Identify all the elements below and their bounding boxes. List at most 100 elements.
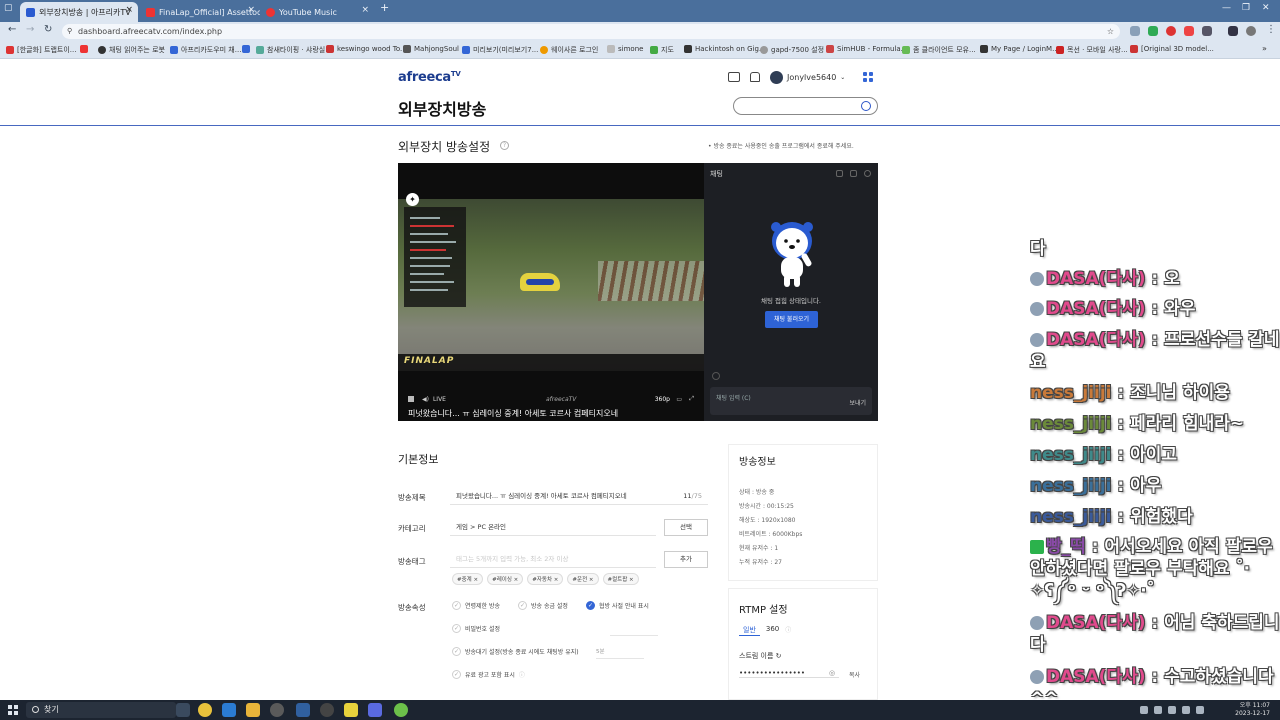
bookmark-item[interactable]	[242, 45, 253, 53]
fullscreen-icon[interactable]: ⤢	[689, 395, 694, 403]
bookmark-item[interactable]: gapd-7500 설정	[760, 45, 824, 55]
close-tab-icon[interactable]: ×	[361, 5, 369, 15]
extensions-puzzle-icon[interactable]	[1202, 26, 1212, 36]
checkbox-icon[interactable]: ✓	[452, 601, 461, 610]
app-icon[interactable]	[296, 703, 310, 717]
eye-hidden-icon[interactable]: ◎	[829, 669, 835, 677]
back-icon[interactable]: ←	[8, 24, 16, 35]
kakaotalk-icon[interactable]	[344, 703, 358, 717]
stop-icon[interactable]	[408, 396, 414, 402]
tag-chip[interactable]: #레이싱 ×	[487, 573, 524, 585]
afreeca-logo[interactable]: afreecaTV	[398, 70, 461, 85]
collab-notice-option[interactable]: ✓ 협방 사절 안내 표시	[586, 601, 649, 610]
category-select-button[interactable]: 선택	[664, 519, 708, 536]
user-menu[interactable]: Jonylve5640 ⌄	[770, 70, 845, 84]
add-tag-button[interactable]: 추가	[664, 551, 708, 568]
tab-360[interactable]: 360	[766, 625, 779, 636]
file-explorer-icon[interactable]	[246, 703, 260, 717]
task-view-icon[interactable]	[176, 703, 190, 717]
discord-icon[interactable]	[368, 703, 382, 717]
bookmark-item[interactable]: SimHUB - Formula...	[826, 45, 907, 53]
edge-icon[interactable]	[222, 703, 236, 717]
tray-app-icon[interactable]	[1182, 706, 1190, 714]
remove-tag-icon[interactable]: ×	[629, 577, 634, 583]
tab-afreeca-dashboard[interactable]: 외부장치방송 | 아프리카TV ×	[20, 2, 138, 22]
bookmark-item[interactable]: My Page / LoginM...	[980, 45, 1059, 53]
minimize-icon[interactable]: —	[1222, 3, 1231, 13]
standby-duration-select[interactable]: 5분	[596, 647, 644, 659]
close-tab-icon[interactable]: ×	[247, 5, 255, 15]
remove-tag-icon[interactable]: ×	[473, 577, 478, 583]
video-player[interactable]: FINALAP ✦ ◀) LIVE afreecaTV 360p ▭ ⤢ 피넛왔…	[398, 163, 704, 421]
bookmark-item[interactable]: 채팅 읽어주는 로봇	[98, 45, 165, 55]
sidebar-icon[interactable]	[1228, 26, 1238, 36]
quality-selector[interactable]: 360p	[655, 396, 670, 403]
donation-setting-option[interactable]: ✓ 방송 송금 설정	[518, 601, 568, 610]
volume-icon[interactable]: ◀)	[422, 396, 429, 403]
bookmark-item[interactable]: 지도	[650, 45, 674, 55]
tab-normal[interactable]: 일반	[739, 625, 760, 636]
forward-icon[interactable]: →	[26, 24, 34, 35]
tab-finalap[interactable]: FinaLap_Official] Assettocorsa ×	[140, 2, 260, 22]
app-icon[interactable]	[270, 703, 284, 717]
paid-ad-option[interactable]: ✓ 유료 광고 포함 표시 ⓘ	[452, 670, 525, 679]
standby-option[interactable]: ✓ 방송대기 설정(방송 종료 시에도 채팅방 유지)	[452, 647, 579, 656]
tab-list-icon[interactable]: ▢	[4, 3, 13, 13]
bookmark-item[interactable]: 목선 · 모바일 사랑...	[1056, 45, 1128, 55]
remove-tag-icon[interactable]: ×	[554, 577, 559, 583]
theater-mode-icon[interactable]: ▭	[676, 396, 682, 403]
chat-users-icon[interactable]	[850, 170, 857, 177]
bookmark-item[interactable]: 아프리카도우미 채...	[170, 45, 241, 55]
load-chat-button[interactable]: 채팅 불러오기	[765, 311, 818, 328]
restore-icon[interactable]: ❐	[1242, 3, 1250, 13]
more-bookmarks-icon[interactable]: »	[1262, 44, 1267, 53]
extension-icon[interactable]	[1148, 26, 1158, 36]
bookmark-item[interactable]: Hackintosh on Gig...	[684, 45, 766, 53]
bookmark-item[interactable]: MahjongSoul	[403, 45, 459, 53]
copy-button[interactable]: 복사	[849, 670, 860, 679]
taskbar-clock[interactable]: 오후 11:07 2023-12-17	[1235, 702, 1270, 718]
bookmark-item[interactable]: 웨이사른 로그인	[540, 45, 598, 55]
tab-youtube-music[interactable]: YouTube Music ×	[260, 2, 374, 22]
help-icon[interactable]: ?	[500, 141, 509, 150]
apps-grid-icon[interactable]	[863, 72, 874, 82]
bookmark-item[interactable]: 미리보기(미리보기7...	[462, 45, 538, 55]
chat-send-button[interactable]: 보내기	[849, 398, 866, 407]
bookmark-item[interactable]: simone	[607, 45, 643, 53]
checkbox-icon[interactable]: ✓	[518, 601, 527, 610]
emoji-icon[interactable]	[712, 372, 720, 380]
app-icon[interactable]	[394, 703, 408, 717]
remove-tag-icon[interactable]: ×	[514, 577, 519, 583]
new-tab-button[interactable]: +	[380, 1, 389, 14]
taskbar-search[interactable]: 찾기	[26, 702, 176, 718]
bookmark-item[interactable]: 참새타이핑 · 샤랑실...	[256, 45, 332, 55]
tag-chip[interactable]: #컬트팝 ×	[602, 573, 639, 585]
tag-chip[interactable]: #중계 ×	[452, 573, 484, 585]
bookmark-item[interactable]: [Original 3D model...	[1130, 45, 1214, 53]
bookmark-item[interactable]: keswingo wood To...	[326, 45, 407, 53]
bookmark-item[interactable]: 좀 클라이언트 모유...	[902, 45, 976, 55]
password-option[interactable]: ✓ 비밀번호 설정	[452, 624, 500, 633]
reload-icon[interactable]: ↻	[44, 24, 52, 35]
chat-input[interactable]: 채팅 입력 (C) 보내기	[710, 387, 872, 415]
network-icon[interactable]	[1154, 706, 1162, 714]
menu-dots-icon[interactable]: ⋮	[1266, 24, 1276, 35]
checkbox-checked-icon[interactable]: ✓	[586, 601, 595, 610]
pin-icon[interactable]: ✦	[406, 193, 419, 206]
bookmark-star-icon[interactable]: ☆	[1107, 24, 1114, 39]
volume-icon[interactable]	[1168, 706, 1176, 714]
checkbox-icon[interactable]: ✓	[452, 624, 461, 633]
extension-icon[interactable]	[1166, 26, 1176, 36]
remove-tag-icon[interactable]: ×	[589, 577, 594, 583]
windows-start-icon[interactable]	[8, 705, 18, 715]
tray-chevron-icon[interactable]	[1140, 706, 1148, 714]
language-icon[interactable]	[1196, 706, 1204, 714]
chat-gear-icon[interactable]	[864, 170, 871, 177]
checkbox-icon[interactable]: ✓	[452, 670, 461, 679]
broadcast-title-input[interactable]: 피넛왔습니다... ㅠ 심레이싱 중계! 아세토 코르사 컴페티지오네 11/7…	[450, 488, 708, 505]
checkbox-icon[interactable]: ✓	[452, 647, 461, 656]
search-input[interactable]	[733, 97, 878, 115]
close-tab-icon[interactable]: ×	[125, 5, 133, 15]
search-icon[interactable]	[861, 101, 871, 111]
chrome-icon[interactable]	[198, 703, 212, 717]
